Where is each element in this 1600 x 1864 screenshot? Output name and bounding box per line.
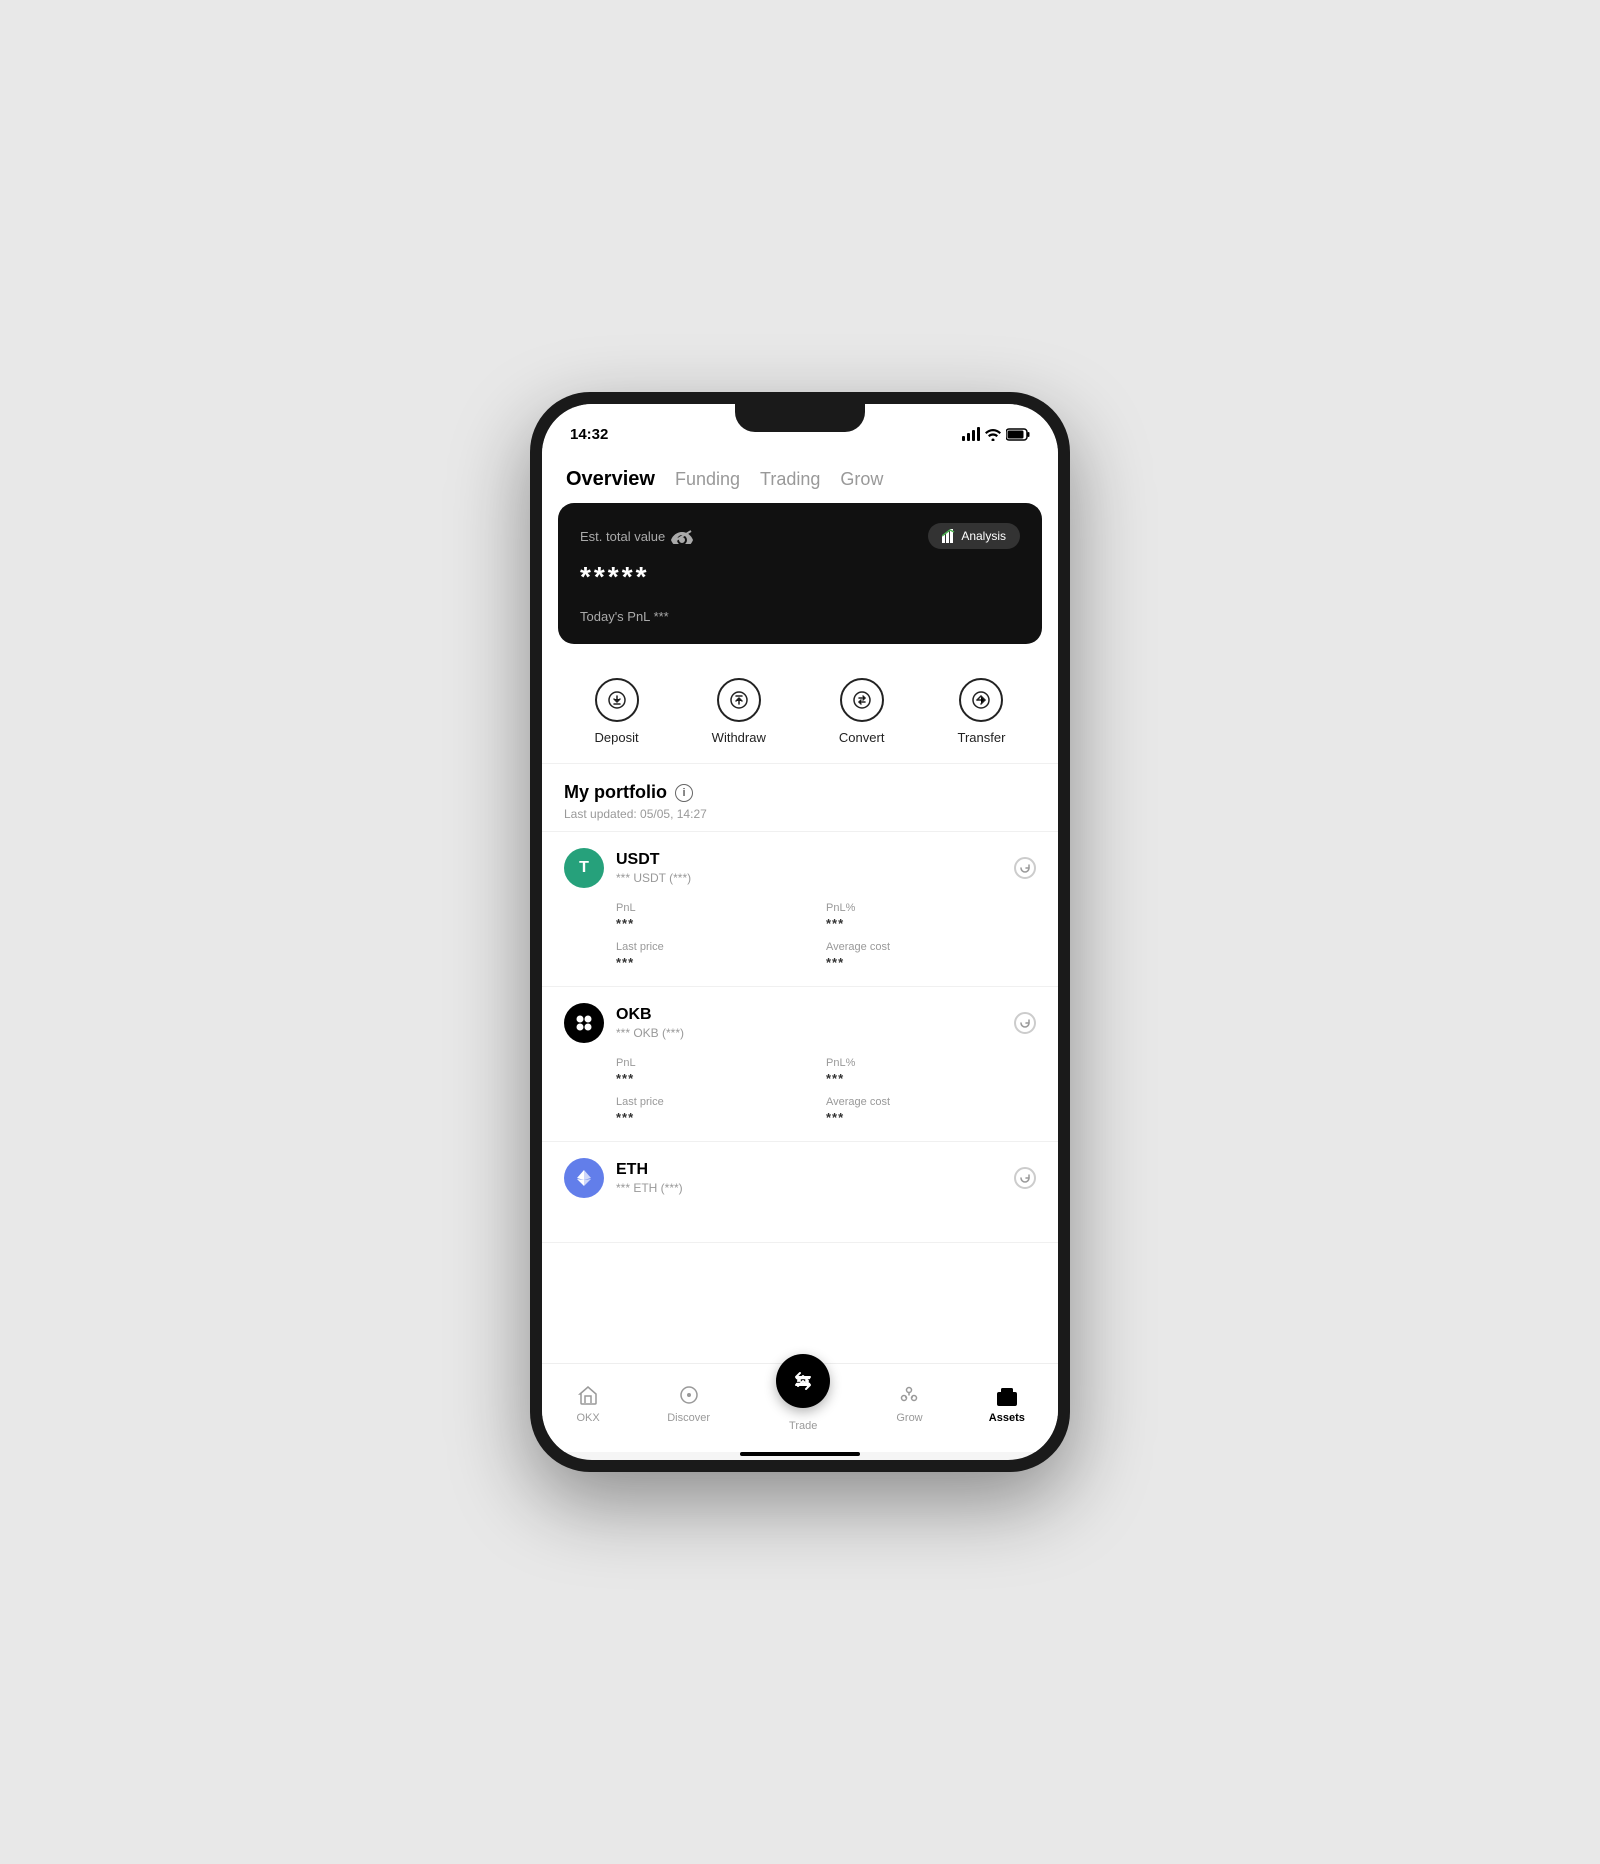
phone-frame: 14:32 xyxy=(530,392,1070,1472)
deposit-label: Deposit xyxy=(595,730,639,745)
okb-pnl-value: *** xyxy=(616,1071,826,1086)
okb-logo xyxy=(564,1003,604,1043)
withdraw-icon xyxy=(717,678,761,722)
eth-name: ETH xyxy=(616,1161,683,1179)
usdt-refresh-icon[interactable] xyxy=(1014,857,1036,879)
hide-value-icon[interactable] xyxy=(671,529,693,544)
withdraw-label: Withdraw xyxy=(712,730,766,745)
okb-stats: PnL *** PnL% *** Last price *** Averag xyxy=(564,1057,1036,1125)
transfer-label: Transfer xyxy=(958,730,1006,745)
okb-lastprice-value: *** xyxy=(616,1110,826,1125)
usdt-amount: *** USDT (***) xyxy=(616,871,691,885)
asset-item-eth: ETH *** ETH (***) xyxy=(542,1142,1058,1243)
home-indicator xyxy=(740,1452,860,1456)
status-time: 14:32 xyxy=(570,426,608,443)
eth-logo xyxy=(564,1158,604,1198)
convert-button[interactable]: Convert xyxy=(839,678,885,745)
tab-funding[interactable]: Funding xyxy=(675,467,740,492)
nav-label-grow: Grow xyxy=(896,1412,922,1424)
okb-lastprice-label: Last price xyxy=(616,1096,826,1108)
asset-header-okb: OKB *** OKB (***) xyxy=(564,1003,1036,1043)
tab-trading[interactable]: Trading xyxy=(760,467,820,492)
tab-grow[interactable]: Grow xyxy=(840,467,883,492)
convert-icon xyxy=(840,678,884,722)
eth-refresh-icon[interactable] xyxy=(1014,1167,1036,1189)
portfolio-pnl: Today's PnL *** xyxy=(580,609,1020,624)
usdt-avgcost-label: Average cost xyxy=(826,941,1036,953)
card-label: Est. total value xyxy=(580,529,693,544)
nav-item-assets[interactable]: Assets xyxy=(989,1382,1025,1424)
discover-icon xyxy=(676,1382,702,1408)
deposit-button[interactable]: Deposit xyxy=(595,678,639,745)
asset-list: T USDT *** USDT (***) xyxy=(542,832,1058,1243)
bottom-nav: OKX Discover xyxy=(542,1363,1058,1452)
portfolio-update: Last updated: 05/05, 14:27 xyxy=(564,807,1036,821)
transfer-icon xyxy=(959,678,1003,722)
assets-icon xyxy=(994,1382,1020,1408)
main-content: Overview Funding Trading Grow Est. total… xyxy=(542,452,1058,1363)
info-icon[interactable]: i xyxy=(675,784,693,802)
usdt-pnl-label: PnL xyxy=(616,902,826,914)
okb-avgcost-value: *** xyxy=(826,1110,1036,1125)
withdraw-button[interactable]: Withdraw xyxy=(712,678,766,745)
deposit-icon xyxy=(595,678,639,722)
okb-avgcost-label: Average cost xyxy=(826,1096,1036,1108)
asset-item-okb: OKB *** OKB (***) xyxy=(542,987,1058,1142)
okb-refresh-icon[interactable] xyxy=(1014,1012,1036,1034)
home-icon xyxy=(575,1382,601,1408)
nav-item-discover[interactable]: Discover xyxy=(667,1382,710,1424)
portfolio-value: ***** xyxy=(580,561,1020,593)
nav-item-trade[interactable]: Trade xyxy=(776,1374,830,1432)
battery-icon xyxy=(1006,428,1030,441)
asset-header-usdt: T USDT *** USDT (***) xyxy=(564,848,1036,888)
portfolio-card: Est. total value Analysi xyxy=(558,503,1042,644)
asset-left-usdt: T USDT *** USDT (***) xyxy=(564,848,691,888)
nav-tabs: Overview Funding Trading Grow xyxy=(542,452,1058,503)
status-icons xyxy=(962,427,1030,441)
okb-name: OKB xyxy=(616,1006,684,1024)
trade-button[interactable] xyxy=(776,1354,830,1408)
asset-header-eth: ETH *** ETH (***) xyxy=(564,1158,1036,1198)
usdt-pnl-value: *** xyxy=(616,916,826,931)
usdt-lastprice-value: *** xyxy=(616,955,826,970)
phone-screen: 14:32 xyxy=(542,404,1058,1460)
nav-label-assets: Assets xyxy=(989,1412,1025,1424)
okb-pnl-label: PnL xyxy=(616,1057,826,1069)
asset-left-eth: ETH *** ETH (***) xyxy=(564,1158,683,1198)
convert-label: Convert xyxy=(839,730,885,745)
nav-label-discover: Discover xyxy=(667,1412,710,1424)
nav-label-okx: OKX xyxy=(576,1412,599,1424)
usdt-pnlpct-value: *** xyxy=(826,916,1036,931)
action-buttons: Deposit Withdraw xyxy=(542,660,1058,764)
asset-item-usdt: T USDT *** USDT (***) xyxy=(542,832,1058,987)
wifi-icon xyxy=(985,428,1001,441)
card-header: Est. total value Analysi xyxy=(580,523,1020,549)
portfolio-section: My portfolio i Last updated: 05/05, 14:2… xyxy=(542,764,1058,832)
usdt-stats: PnL *** PnL% *** Last price *** Averag xyxy=(564,902,1036,970)
notch xyxy=(735,404,865,432)
usdt-lastprice-label: Last price xyxy=(616,941,826,953)
asset-left-okb: OKB *** OKB (***) xyxy=(564,1003,684,1043)
usdt-avgcost-value: *** xyxy=(826,955,1036,970)
transfer-button[interactable]: Transfer xyxy=(958,678,1006,745)
grow-icon xyxy=(896,1382,922,1408)
eth-amount: *** ETH (***) xyxy=(616,1181,683,1195)
usdt-pnlpct-label: PnL% xyxy=(826,902,1036,914)
usdt-logo: T xyxy=(564,848,604,888)
nav-item-grow[interactable]: Grow xyxy=(896,1382,922,1424)
nav-label-trade: Trade xyxy=(789,1420,817,1432)
usdt-name: USDT xyxy=(616,851,691,869)
okb-pnlpct-label: PnL% xyxy=(826,1057,1036,1069)
okb-amount: *** OKB (***) xyxy=(616,1026,684,1040)
tab-overview[interactable]: Overview xyxy=(566,466,655,493)
portfolio-title: My portfolio i xyxy=(564,782,1036,803)
nav-item-okx[interactable]: OKX xyxy=(575,1382,601,1424)
okb-pnlpct-value: *** xyxy=(826,1071,1036,1086)
analysis-button[interactable]: Analysis xyxy=(928,523,1020,549)
signal-icon xyxy=(962,427,980,441)
